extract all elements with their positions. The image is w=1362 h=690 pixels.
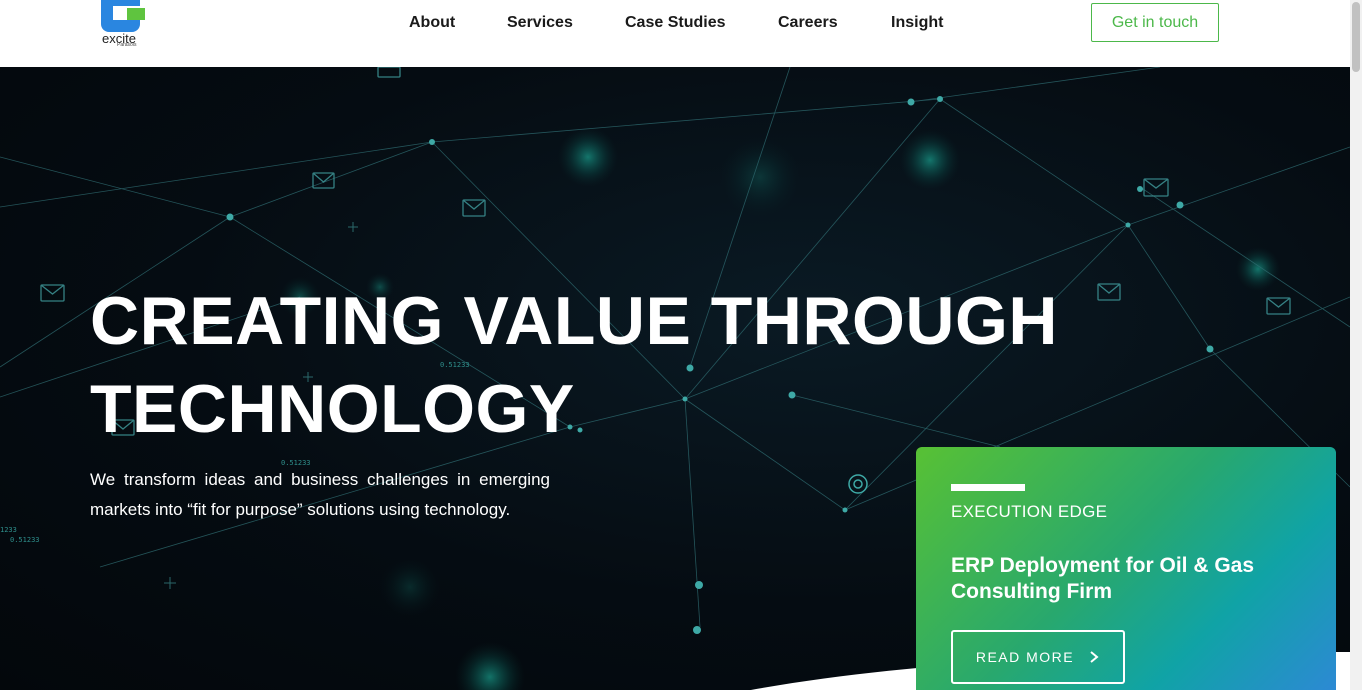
hero-heading-line-2: TECHNOLOGY (90, 371, 575, 447)
get-in-touch-button[interactable]: Get in touch (1091, 3, 1219, 42)
nav-item-insight[interactable]: Insight (891, 14, 943, 32)
site-header: excite Parasols About Services Case Stud… (0, 0, 1350, 67)
chevron-right-icon (1090, 651, 1099, 663)
read-more-label: READ MORE (975, 649, 1075, 665)
logo-subtext: Parasols (117, 42, 137, 48)
nav-item-about[interactable]: About (409, 14, 455, 32)
nav-item-services[interactable]: Services (507, 14, 573, 32)
card-eyebrow: EXECUTION EDGE (951, 502, 1108, 521)
card-title: ERP Deployment for Oil & Gas Consulting … (951, 554, 1255, 603)
hero-heading-line-1: CREATING VALUE THROUGH (90, 283, 1059, 359)
hero-heading: CREATING VALUE THROUGH TECHNOLOGY (90, 277, 1090, 453)
background-number: 0.51233 (10, 536, 40, 544)
excite-logo[interactable]: excite Parasols (100, 0, 150, 50)
card-accent-bar (951, 484, 1025, 491)
nav-item-careers[interactable]: Careers (778, 14, 838, 32)
scrollbar-thumb[interactable] (1352, 2, 1360, 72)
logo-mark-green (127, 8, 145, 20)
nav-item-case-studies[interactable]: Case Studies (625, 14, 725, 32)
read-more-button[interactable]: READ MORE (951, 630, 1125, 684)
case-study-card: EXECUTION EDGE ERP Deployment for Oil & … (916, 447, 1336, 690)
hero-description: We transform ideas and business challeng… (90, 470, 550, 519)
background-number: 1233 (0, 526, 17, 534)
page-scrollbar[interactable] (1350, 0, 1362, 690)
